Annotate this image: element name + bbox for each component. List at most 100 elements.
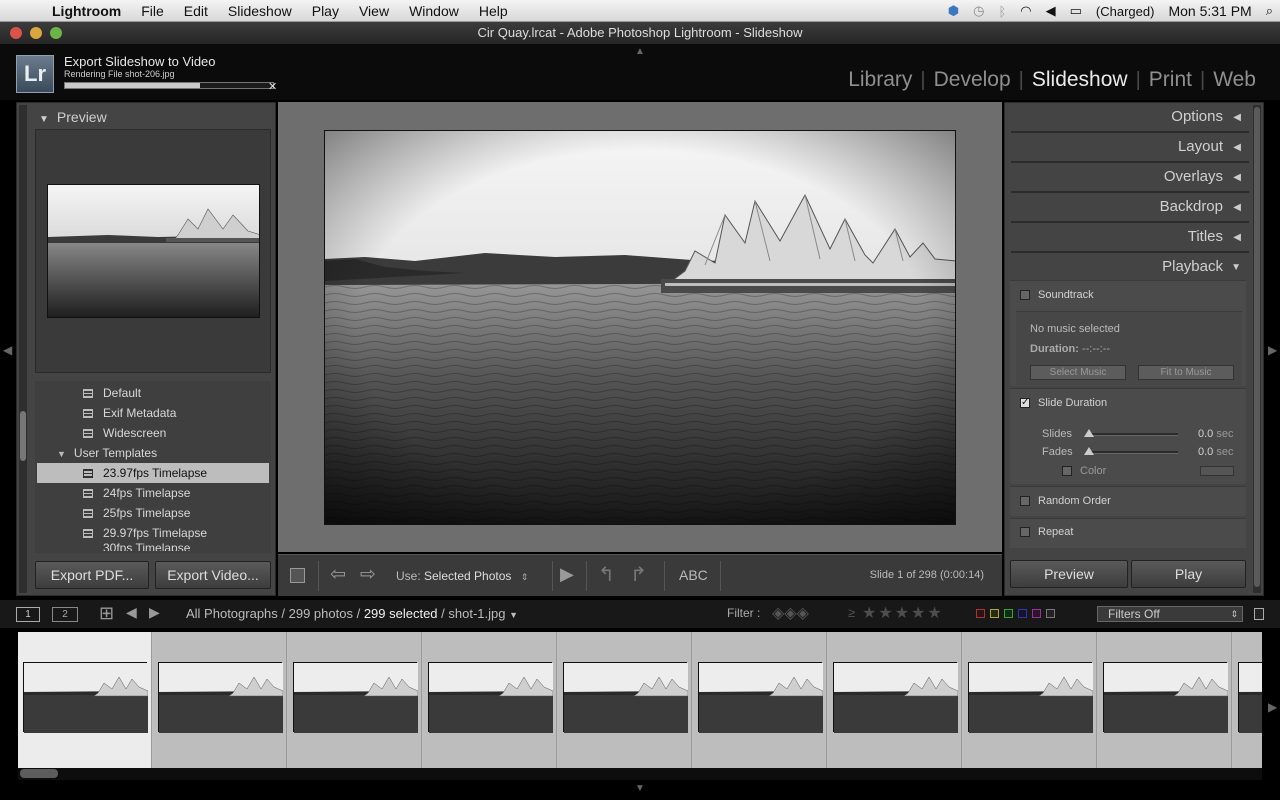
- filmstrip-thumbnail[interactable]: [698, 662, 824, 733]
- overlays-panel-header[interactable]: Overlays ◀: [1011, 163, 1249, 193]
- bottom-panel-toggle-icon[interactable]: ▼: [635, 783, 645, 794]
- filmstrip-thumbnail[interactable]: [23, 662, 149, 733]
- module-library[interactable]: Library: [848, 68, 912, 92]
- module-slideshow[interactable]: Slideshow: [1032, 68, 1128, 92]
- template-29-97fps-timelapse[interactable]: 29.97fps Timelapse: [37, 523, 269, 543]
- preview-panel-header[interactable]: ▼ Preview: [39, 109, 107, 125]
- rotate-right-icon[interactable]: ↱: [630, 562, 647, 587]
- filmstrip-thumbnail[interactable]: [968, 662, 1094, 733]
- module-develop[interactable]: Develop: [934, 68, 1011, 92]
- battery-status[interactable]: (Charged): [1089, 4, 1162, 19]
- filter-preset-select[interactable]: Filters Off ⇕: [1097, 606, 1243, 622]
- right-scroll-thumb[interactable]: [1254, 107, 1260, 587]
- color-swatch[interactable]: [1200, 466, 1234, 476]
- slide-duration-checkbox[interactable]: ✓ Slide Duration: [1020, 397, 1107, 409]
- filmstrip-cell[interactable]: [423, 632, 557, 768]
- wifi-icon[interactable]: ◠: [1013, 3, 1038, 19]
- filmstrip-cell[interactable]: [828, 632, 962, 768]
- menu-play[interactable]: Play: [302, 3, 349, 19]
- template-widescreen[interactable]: Widescreen: [37, 423, 269, 443]
- repeat-checkbox[interactable]: Repeat: [1020, 526, 1073, 538]
- options-panel-header[interactable]: Options ◀: [1011, 103, 1249, 133]
- left-scroll-thumb[interactable]: [20, 411, 26, 461]
- menu-edit[interactable]: Edit: [174, 3, 218, 19]
- filmstrip-thumbnail[interactable]: [833, 662, 959, 733]
- filmstrip-cell[interactable]: [18, 632, 152, 768]
- color-checkbox[interactable]: Color: [1062, 465, 1106, 477]
- template-24fps-timelapse[interactable]: 24fps Timelapse: [37, 483, 269, 503]
- menu-view[interactable]: View: [349, 3, 399, 19]
- filmstrip-thumbnail[interactable]: [1103, 662, 1229, 733]
- filmstrip-thumbnail[interactable]: [293, 662, 419, 733]
- playback-panel-header[interactable]: Playback ▼: [1011, 253, 1249, 283]
- menu-slideshow[interactable]: Slideshow: [218, 3, 302, 19]
- soundtrack-checkbox[interactable]: Soundtrack: [1020, 289, 1094, 301]
- filmstrip-cell[interactable]: [963, 632, 1097, 768]
- slide-photo[interactable]: [324, 130, 956, 525]
- menu-file[interactable]: File: [131, 3, 174, 19]
- filmstrip-next-icon[interactable]: ▶: [1268, 700, 1277, 714]
- clock[interactable]: Mon 5:31 PM: [1161, 3, 1258, 19]
- select-music-button[interactable]: Select Music: [1030, 365, 1126, 380]
- stop-button[interactable]: [290, 568, 305, 583]
- next-slide-icon[interactable]: ⇨: [360, 563, 376, 586]
- filmstrip[interactable]: [18, 632, 1262, 768]
- slides-slider-thumb[interactable]: [1084, 429, 1094, 437]
- backdrop-panel-header[interactable]: Backdrop ◀: [1011, 193, 1249, 223]
- filmstrip-cell[interactable]: [558, 632, 692, 768]
- slides-slider[interactable]: [1084, 429, 1178, 437]
- right-panel-toggle-icon[interactable]: ▶: [1268, 343, 1277, 357]
- template-exif-metadata[interactable]: Exif Metadata: [37, 403, 269, 423]
- menu-window[interactable]: Window: [399, 3, 469, 19]
- filmstrip-thumbnail[interactable]: [158, 662, 284, 733]
- minimize-window-button[interactable]: [30, 27, 42, 39]
- preview-button[interactable]: Preview: [1010, 560, 1128, 588]
- star-rating-filter[interactable]: ★★★★★: [862, 603, 944, 623]
- purple-label-icon[interactable]: [1032, 609, 1041, 618]
- filter-lock-icon[interactable]: [1254, 608, 1264, 620]
- template-default[interactable]: Default: [37, 383, 269, 403]
- spotlight-icon[interactable]: ⌕: [1259, 3, 1280, 19]
- volume-icon[interactable]: ◀: [1039, 3, 1063, 19]
- play-preview-icon[interactable]: ▶: [560, 564, 574, 585]
- filmstrip-scrollbar[interactable]: [18, 768, 1262, 780]
- left-panel-toggle-icon[interactable]: ◀: [3, 343, 12, 357]
- rotate-left-icon[interactable]: ↰: [598, 562, 615, 587]
- fit-to-music-button[interactable]: Fit to Music: [1138, 365, 1234, 380]
- source-breadcrumb[interactable]: All Photographs / 299 photos / 299 selec…: [186, 606, 518, 621]
- menu-help[interactable]: Help: [469, 3, 518, 19]
- filmstrip-cell[interactable]: [1233, 632, 1262, 768]
- secondary-window-button[interactable]: 2: [52, 607, 78, 622]
- template-25fps-timelapse[interactable]: 25fps Timelapse: [37, 503, 269, 523]
- color-label-filter[interactable]: [976, 609, 1055, 618]
- filmstrip-scroll-thumb[interactable]: [20, 769, 58, 778]
- time-machine-icon[interactable]: ◷: [966, 3, 991, 19]
- right-panel-scrollbar[interactable]: [1253, 105, 1261, 593]
- green-label-icon[interactable]: [1004, 609, 1013, 618]
- fades-slider-thumb[interactable]: [1084, 447, 1094, 455]
- yellow-label-icon[interactable]: [990, 609, 999, 618]
- gray-label-icon[interactable]: [1046, 609, 1055, 618]
- back-arrow-icon[interactable]: ◀: [126, 604, 137, 621]
- dropbox-icon[interactable]: ⬢: [941, 3, 966, 19]
- fades-slider[interactable]: [1084, 447, 1178, 455]
- rating-operator[interactable]: ≥: [848, 605, 855, 620]
- random-order-checkbox[interactable]: Random Order: [1020, 495, 1111, 507]
- template-23-97fps-timelapse[interactable]: 23.97fps Timelapse: [37, 463, 269, 483]
- main-window-button[interactable]: 1: [16, 607, 40, 622]
- module-web[interactable]: Web: [1213, 68, 1256, 92]
- play-button[interactable]: Play: [1131, 560, 1246, 588]
- battery-icon[interactable]: ▭: [1063, 3, 1089, 19]
- filmstrip-thumbnail[interactable]: [428, 662, 554, 733]
- titles-panel-header[interactable]: Titles ◀: [1011, 223, 1249, 253]
- filmstrip-cell[interactable]: [288, 632, 422, 768]
- previous-slide-icon[interactable]: ⇦: [330, 563, 346, 586]
- forward-arrow-icon[interactable]: ▶: [149, 604, 160, 621]
- left-panel-scrollbar[interactable]: [19, 105, 27, 593]
- grid-view-icon[interactable]: ⊞: [99, 603, 114, 624]
- filmstrip-thumbnail[interactable]: [1238, 662, 1262, 733]
- filmstrip-cell[interactable]: [693, 632, 827, 768]
- module-print[interactable]: Print: [1149, 68, 1192, 92]
- template-folder-user-templates[interactable]: ▼ User Templates: [37, 443, 269, 463]
- filmstrip-cell[interactable]: [1098, 632, 1232, 768]
